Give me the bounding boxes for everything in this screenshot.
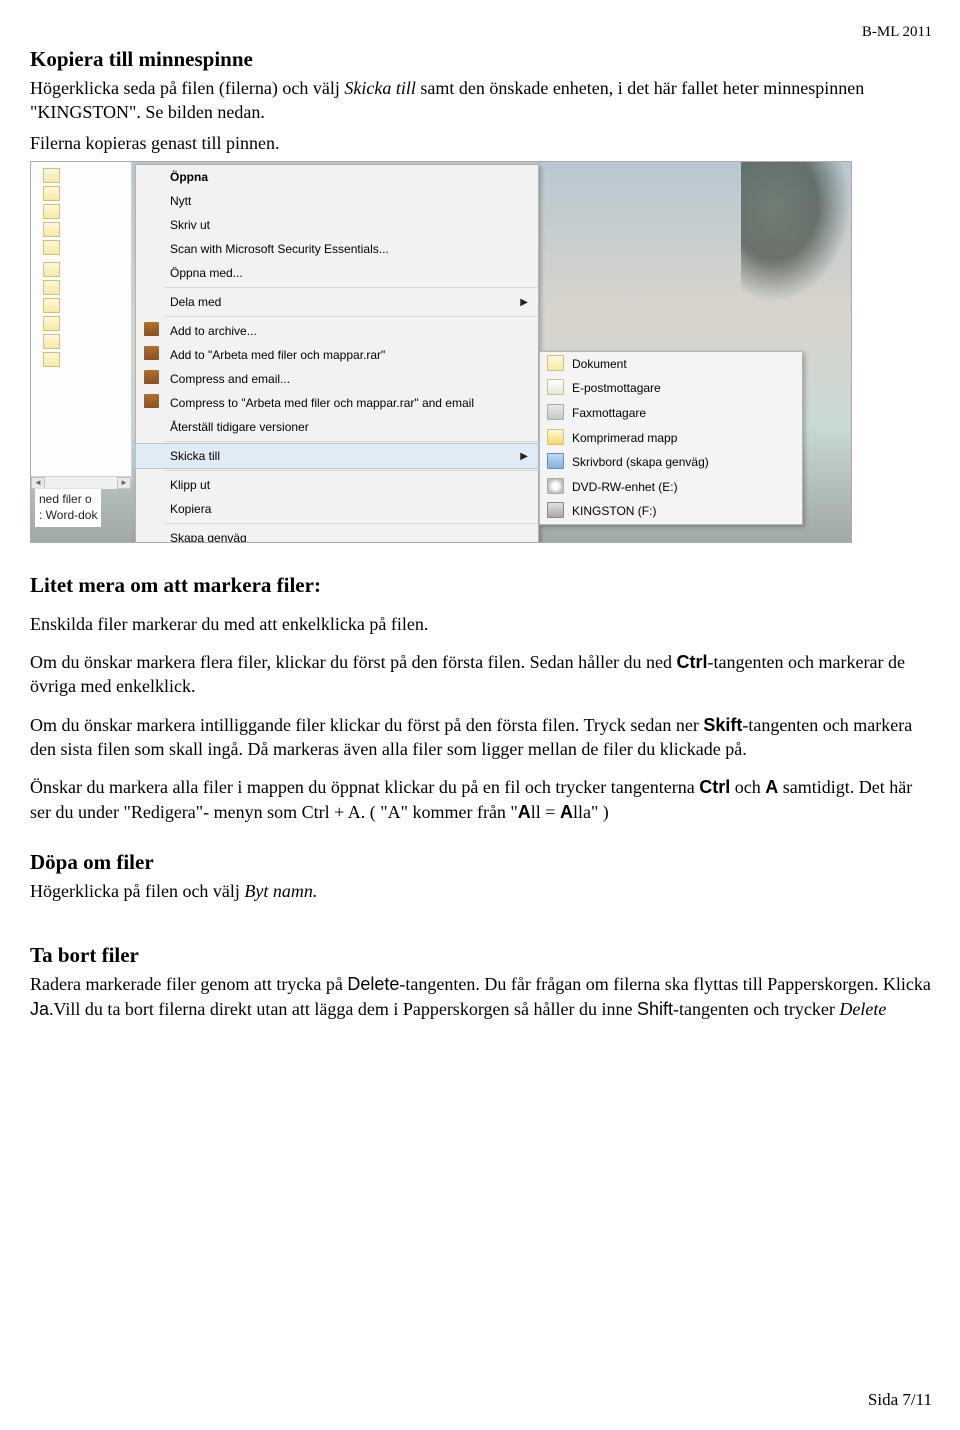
para: Om du önskar markera intilliggande filer… [30, 713, 932, 762]
menu-item-shortcut[interactable]: Skapa genväg [136, 526, 538, 543]
para: Högerklicka seda på filen (filerna) och … [30, 76, 932, 125]
dvd-icon [547, 478, 564, 494]
scroll-right-icon[interactable]: ► [117, 477, 131, 489]
fax-icon [547, 404, 564, 420]
menu-item-new[interactable]: Nytt [136, 189, 538, 213]
submenu-desktop[interactable]: Skrivbord (skapa genväg) [540, 450, 802, 475]
para: Filerna kopieras genast till pinnen. [30, 131, 932, 155]
heading-delete: Ta bort filer [30, 943, 932, 968]
menu-item-scan[interactable]: Scan with Microsoft Security Essentials.… [136, 237, 538, 261]
heading-select-files: Litet mera om att markera filer: [30, 573, 932, 598]
archive-icon [144, 322, 159, 336]
chevron-right-icon: ▶ [520, 295, 528, 310]
archive-icon [144, 346, 159, 360]
menu-item-compress-to[interactable]: Compress to "Arbeta med filer och mappar… [136, 391, 538, 415]
file-list-column: ◄ ► [31, 162, 132, 482]
submenu-kingston[interactable]: KINGSTON (F:) [540, 499, 802, 524]
menu-item-open[interactable]: Öppna [136, 165, 538, 189]
zip-icon [547, 429, 564, 445]
status-label: ned filer o : Word-dok [35, 488, 101, 527]
heading-copy-usb: Kopiera till minnespinne [30, 47, 932, 72]
menu-item-cut[interactable]: Klipp ut [136, 473, 538, 497]
screenshot-context-menu: ◄ ► ned filer o : Word-dok Öppna Nytt Sk… [30, 161, 852, 543]
para: Radera markerade filer genom att trycka … [30, 972, 932, 1021]
archive-icon [144, 370, 159, 384]
submenu-documents[interactable]: Dokument [540, 352, 802, 377]
folder-icon [547, 355, 564, 371]
para: Högerklicka på filen och välj Byt namn. [30, 879, 932, 903]
context-menu: Öppna Nytt Skriv ut Scan with Microsoft … [135, 164, 539, 543]
menu-item-print[interactable]: Skriv ut [136, 213, 538, 237]
menu-item-share[interactable]: Dela med▶ [136, 290, 538, 314]
send-to-submenu: Dokument E-postmottagare Faxmottagare Ko… [539, 351, 803, 525]
submenu-zip[interactable]: Komprimerad mapp [540, 426, 802, 451]
submenu-dvd[interactable]: DVD-RW-enhet (E:) [540, 475, 802, 500]
para: Enskilda filer markerar du med att enkel… [30, 612, 932, 636]
menu-item-copy[interactable]: Kopiera [136, 497, 538, 521]
para: Om du önskar markera flera filer, klicka… [30, 650, 932, 699]
usb-drive-icon [547, 502, 564, 518]
page-number: Sida 7/11 [868, 1390, 932, 1410]
mail-icon [547, 379, 564, 395]
menu-item-open-with[interactable]: Öppna med... [136, 261, 538, 285]
menu-item-add-archive[interactable]: Add to archive... [136, 319, 538, 343]
menu-item-compress-email[interactable]: Compress and email... [136, 367, 538, 391]
submenu-mail[interactable]: E-postmottagare [540, 376, 802, 401]
chevron-right-icon: ▶ [520, 449, 528, 464]
heading-rename: Döpa om filer [30, 850, 932, 875]
menu-item-restore[interactable]: Återställ tidigare versioner [136, 415, 538, 439]
submenu-fax[interactable]: Faxmottagare [540, 401, 802, 426]
archive-icon [144, 394, 159, 408]
menu-item-send-to[interactable]: Skicka till▶ [135, 443, 539, 469]
page-header: B-ML 2011 [30, 24, 932, 41]
desktop-icon [547, 453, 564, 469]
para: Önskar du markera alla filer i mappen du… [30, 775, 932, 824]
menu-item-add-to[interactable]: Add to "Arbeta med filer och mappar.rar" [136, 343, 538, 367]
